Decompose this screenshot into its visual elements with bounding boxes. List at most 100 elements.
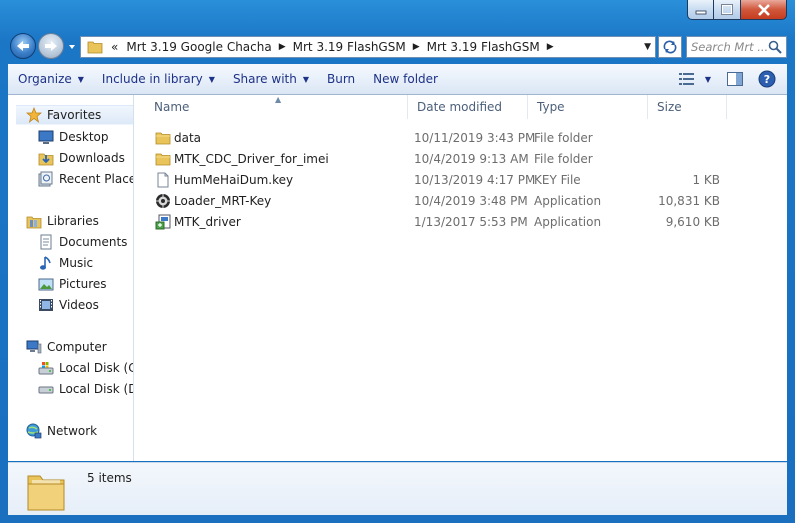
chevron-down-icon: ▼ [704,74,712,84]
organize-label: Organize [18,72,72,86]
back-arrow-icon [17,41,29,51]
file-list: ▲ Name Date modified Type Size data 10/1… [135,95,787,461]
downloads-icon [38,153,54,166]
pictures-icon [38,278,54,291]
folder-icon [27,475,65,511]
address-dropdown-icon[interactable]: ▼ [644,42,651,52]
search-icon[interactable] [767,39,783,55]
file-row[interactable]: HumMeHaiDum.key 10/13/2019 4:17 PM KEY F… [135,169,775,190]
help-button[interactable]: ? [755,68,779,90]
system-drive-icon [38,362,54,375]
breadcrumb-overflow[interactable]: « [107,40,122,54]
preview-pane-button[interactable] [723,68,747,90]
nav-item-downloads[interactable]: Downloads [38,148,125,168]
file-type: File folder [534,130,593,145]
file-row[interactable]: MTK_driver 1/13/2017 5:53 PM Application… [135,211,775,232]
breadcrumb-arrow-icon[interactable]: ▶ [544,42,557,52]
maximize-button[interactable] [714,0,741,20]
nav-item-videos[interactable]: Videos [38,295,99,315]
navigation-row: « Mrt 3.19 Google Chacha ▶ Mrt 3.19 Flas… [8,32,787,60]
help-icon: ? [758,70,776,88]
share-with-button[interactable]: Share with ▼ [224,67,318,91]
organize-button[interactable]: Organize ▼ [8,67,93,91]
network-icon [26,423,42,439]
nav-item-computer[interactable]: Computer [26,337,107,357]
recent-places-icon [38,171,53,187]
nav-label: Libraries [47,214,99,228]
chevron-down-icon: ▼ [208,74,215,84]
back-button[interactable] [10,33,36,59]
file-date: 10/4/2019 3:48 PM [414,193,528,208]
column-label: Type [537,100,565,114]
desktop-icon [38,130,54,144]
nav-item-recent-places[interactable]: Recent Places [38,169,133,189]
include-in-library-button[interactable]: Include in library ▼ [93,67,224,91]
burn-button[interactable]: Burn [318,67,364,91]
nav-label: Favorites [47,108,102,122]
file-type: File folder [534,151,593,166]
breadcrumb-item[interactable]: Mrt 3.19 FlashGSM ▶ [289,40,423,54]
column-header-size[interactable]: Size [648,95,727,119]
search-box[interactable]: Search Mrt ... [686,36,787,58]
computer-icon [26,340,42,354]
forward-arrow-icon [45,41,57,51]
column-header-name[interactable]: Name [145,95,408,119]
file-row[interactable]: Loader_MRT-Key 10/4/2019 3:48 PM Applica… [135,190,775,211]
view-details-icon [678,73,694,85]
nav-item-local-disk-c[interactable]: Local Disk (C:) [38,358,133,378]
nav-item-favorites[interactable]: Favorites [16,105,133,125]
file-type: Application [534,214,602,229]
new-folder-button[interactable]: New folder [364,67,447,91]
search-input[interactable]: Search Mrt ... [687,40,767,54]
file-name: HumMeHaiDum.key [174,172,294,187]
recent-pages-dropdown-icon[interactable] [66,41,78,53]
column-label: Name [154,100,190,114]
chevron-down-icon: ▼ [77,74,84,84]
column-label: Size [657,100,682,114]
close-button[interactable] [741,0,787,20]
nav-item-desktop[interactable]: Desktop [38,127,109,147]
file-size [654,127,720,148]
preview-pane-icon [727,72,743,86]
file-row[interactable]: MTK_CDC_Driver_for_imei 10/4/2019 9:13 A… [135,148,775,169]
refresh-icon [663,40,677,54]
nav-label: Local Disk (D:) [59,382,133,396]
explorer-window: « Mrt 3.19 Google Chacha ▶ Mrt 3.19 Flas… [0,0,795,523]
column-header-type[interactable]: Type [528,95,648,119]
nav-label: Downloads [59,151,125,165]
star-icon [26,107,42,123]
breadcrumb-item[interactable]: Mrt 3.19 FlashGSM ▶ [423,40,557,54]
breadcrumb-label: Mrt 3.19 FlashGSM [426,40,540,54]
file-name: data [174,130,202,145]
breadcrumb-arrow-icon[interactable]: ▶ [410,42,423,52]
refresh-button[interactable] [658,36,682,58]
breadcrumb-item[interactable]: Mrt 3.19 Google Chacha ▶ [122,40,288,54]
nav-item-documents[interactable]: Documents [38,232,127,252]
nav-item-pictures[interactable]: Pictures [38,274,107,294]
nav-item-network[interactable]: Network [26,421,97,441]
breadcrumb-arrow-icon[interactable]: ▶ [276,42,289,52]
nav-item-local-disk-d[interactable]: Local Disk (D:) [38,379,133,399]
navigation-pane: Favorites Desktop Downloads Recent Place… [8,95,134,461]
column-label: Date modified [417,100,503,114]
item-count: 5 items [87,471,132,485]
nav-item-libraries[interactable]: Libraries [26,211,99,231]
file-name: Loader_MRT-Key [174,193,272,208]
file-size: 1 KB [692,172,720,187]
folder-icon [87,41,103,54]
minimize-button[interactable] [687,0,714,20]
address-bar[interactable]: « Mrt 3.19 Google Chacha ▶ Mrt 3.19 Flas… [80,36,656,58]
nav-item-music[interactable]: Music [38,253,93,273]
change-view-button[interactable]: ▼ [675,68,715,90]
breadcrumb-label: Mrt 3.19 FlashGSM [292,40,406,54]
file-row[interactable]: data 10/11/2019 3:43 PM File folder [135,127,775,148]
file-type: Application [534,193,602,208]
file-size: 9,610 KB [665,214,720,229]
file-type: KEY File [534,172,581,187]
videos-icon [39,299,53,311]
chevron-down-icon: ▼ [302,74,309,84]
nav-label: Computer [47,340,107,354]
maximize-icon [721,4,733,15]
forward-button[interactable] [38,33,64,59]
column-header-date-modified[interactable]: Date modified [408,95,528,119]
